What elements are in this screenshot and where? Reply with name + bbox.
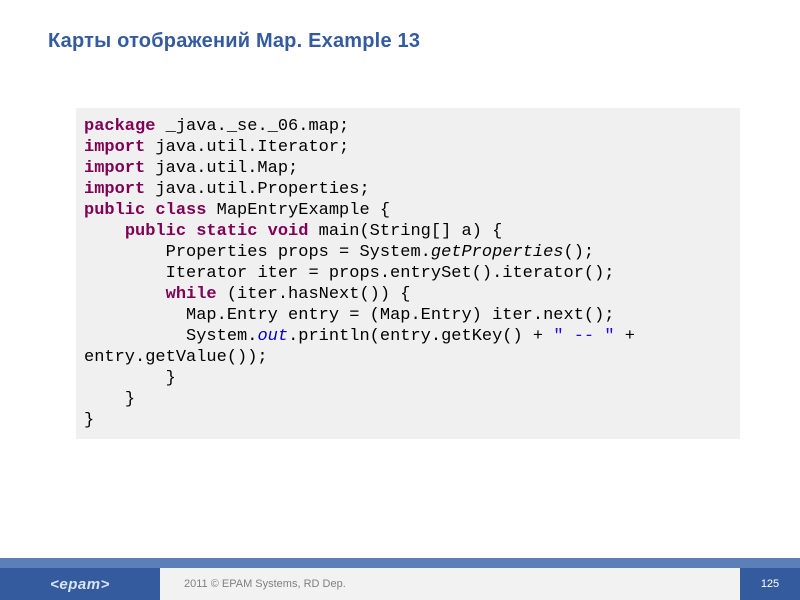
code-text: System. xyxy=(84,327,257,346)
code-text: } xyxy=(84,369,176,388)
code-indent xyxy=(84,285,166,304)
kw-void: void xyxy=(268,222,309,241)
code-text: java.util.Map; xyxy=(145,159,298,178)
slide: Карты отображений Map. Example 13 packag… xyxy=(0,0,800,600)
code-text: java.util.Iterator; xyxy=(145,138,349,157)
kw-static: static xyxy=(196,222,257,241)
field-out: out xyxy=(257,327,288,346)
code-text: Properties props = System. xyxy=(84,243,431,262)
copyright: 2011 © EPAM Systems, RD Dep. xyxy=(160,568,740,600)
string-literal: " -- " xyxy=(553,327,614,346)
slide-title: Карты отображений Map. Example 13 xyxy=(48,30,420,53)
code-text: Iterator iter = props.entrySet().iterato… xyxy=(84,264,615,283)
code-text: (iter.hasNext()) { xyxy=(217,285,411,304)
kw-import: import xyxy=(84,159,145,178)
kw-public: public xyxy=(125,222,186,241)
code-text: (); xyxy=(564,243,595,262)
method-getProperties: getProperties xyxy=(431,243,564,262)
logo: <epam> xyxy=(0,568,160,600)
code-text: java.util.Properties; xyxy=(145,180,369,199)
kw-import: import xyxy=(84,180,145,199)
kw-public: public xyxy=(84,201,145,220)
footer-main: <epam> 2011 © EPAM Systems, RD Dep. 125 xyxy=(0,568,800,600)
code-text: main(String[] a) { xyxy=(308,222,502,241)
code-indent xyxy=(84,222,125,241)
code-text: .println(entry.getKey() + xyxy=(288,327,553,346)
kw-package: package xyxy=(84,117,155,136)
code-text: } xyxy=(84,390,135,409)
code-text: } xyxy=(84,411,94,430)
page-number: 125 xyxy=(740,568,800,600)
code-text: Map.Entry entry = (Map.Entry) iter.next(… xyxy=(84,306,615,325)
kw-import: import xyxy=(84,138,145,157)
footer: <epam> 2011 © EPAM Systems, RD Dep. 125 xyxy=(0,558,800,600)
kw-while: while xyxy=(166,285,217,304)
code-block: package _java._se._06.map; import java.u… xyxy=(76,108,740,439)
code-text: MapEntryExample { xyxy=(206,201,390,220)
kw-class: class xyxy=(155,201,206,220)
code-text: _java._se._06.map; xyxy=(155,117,349,136)
